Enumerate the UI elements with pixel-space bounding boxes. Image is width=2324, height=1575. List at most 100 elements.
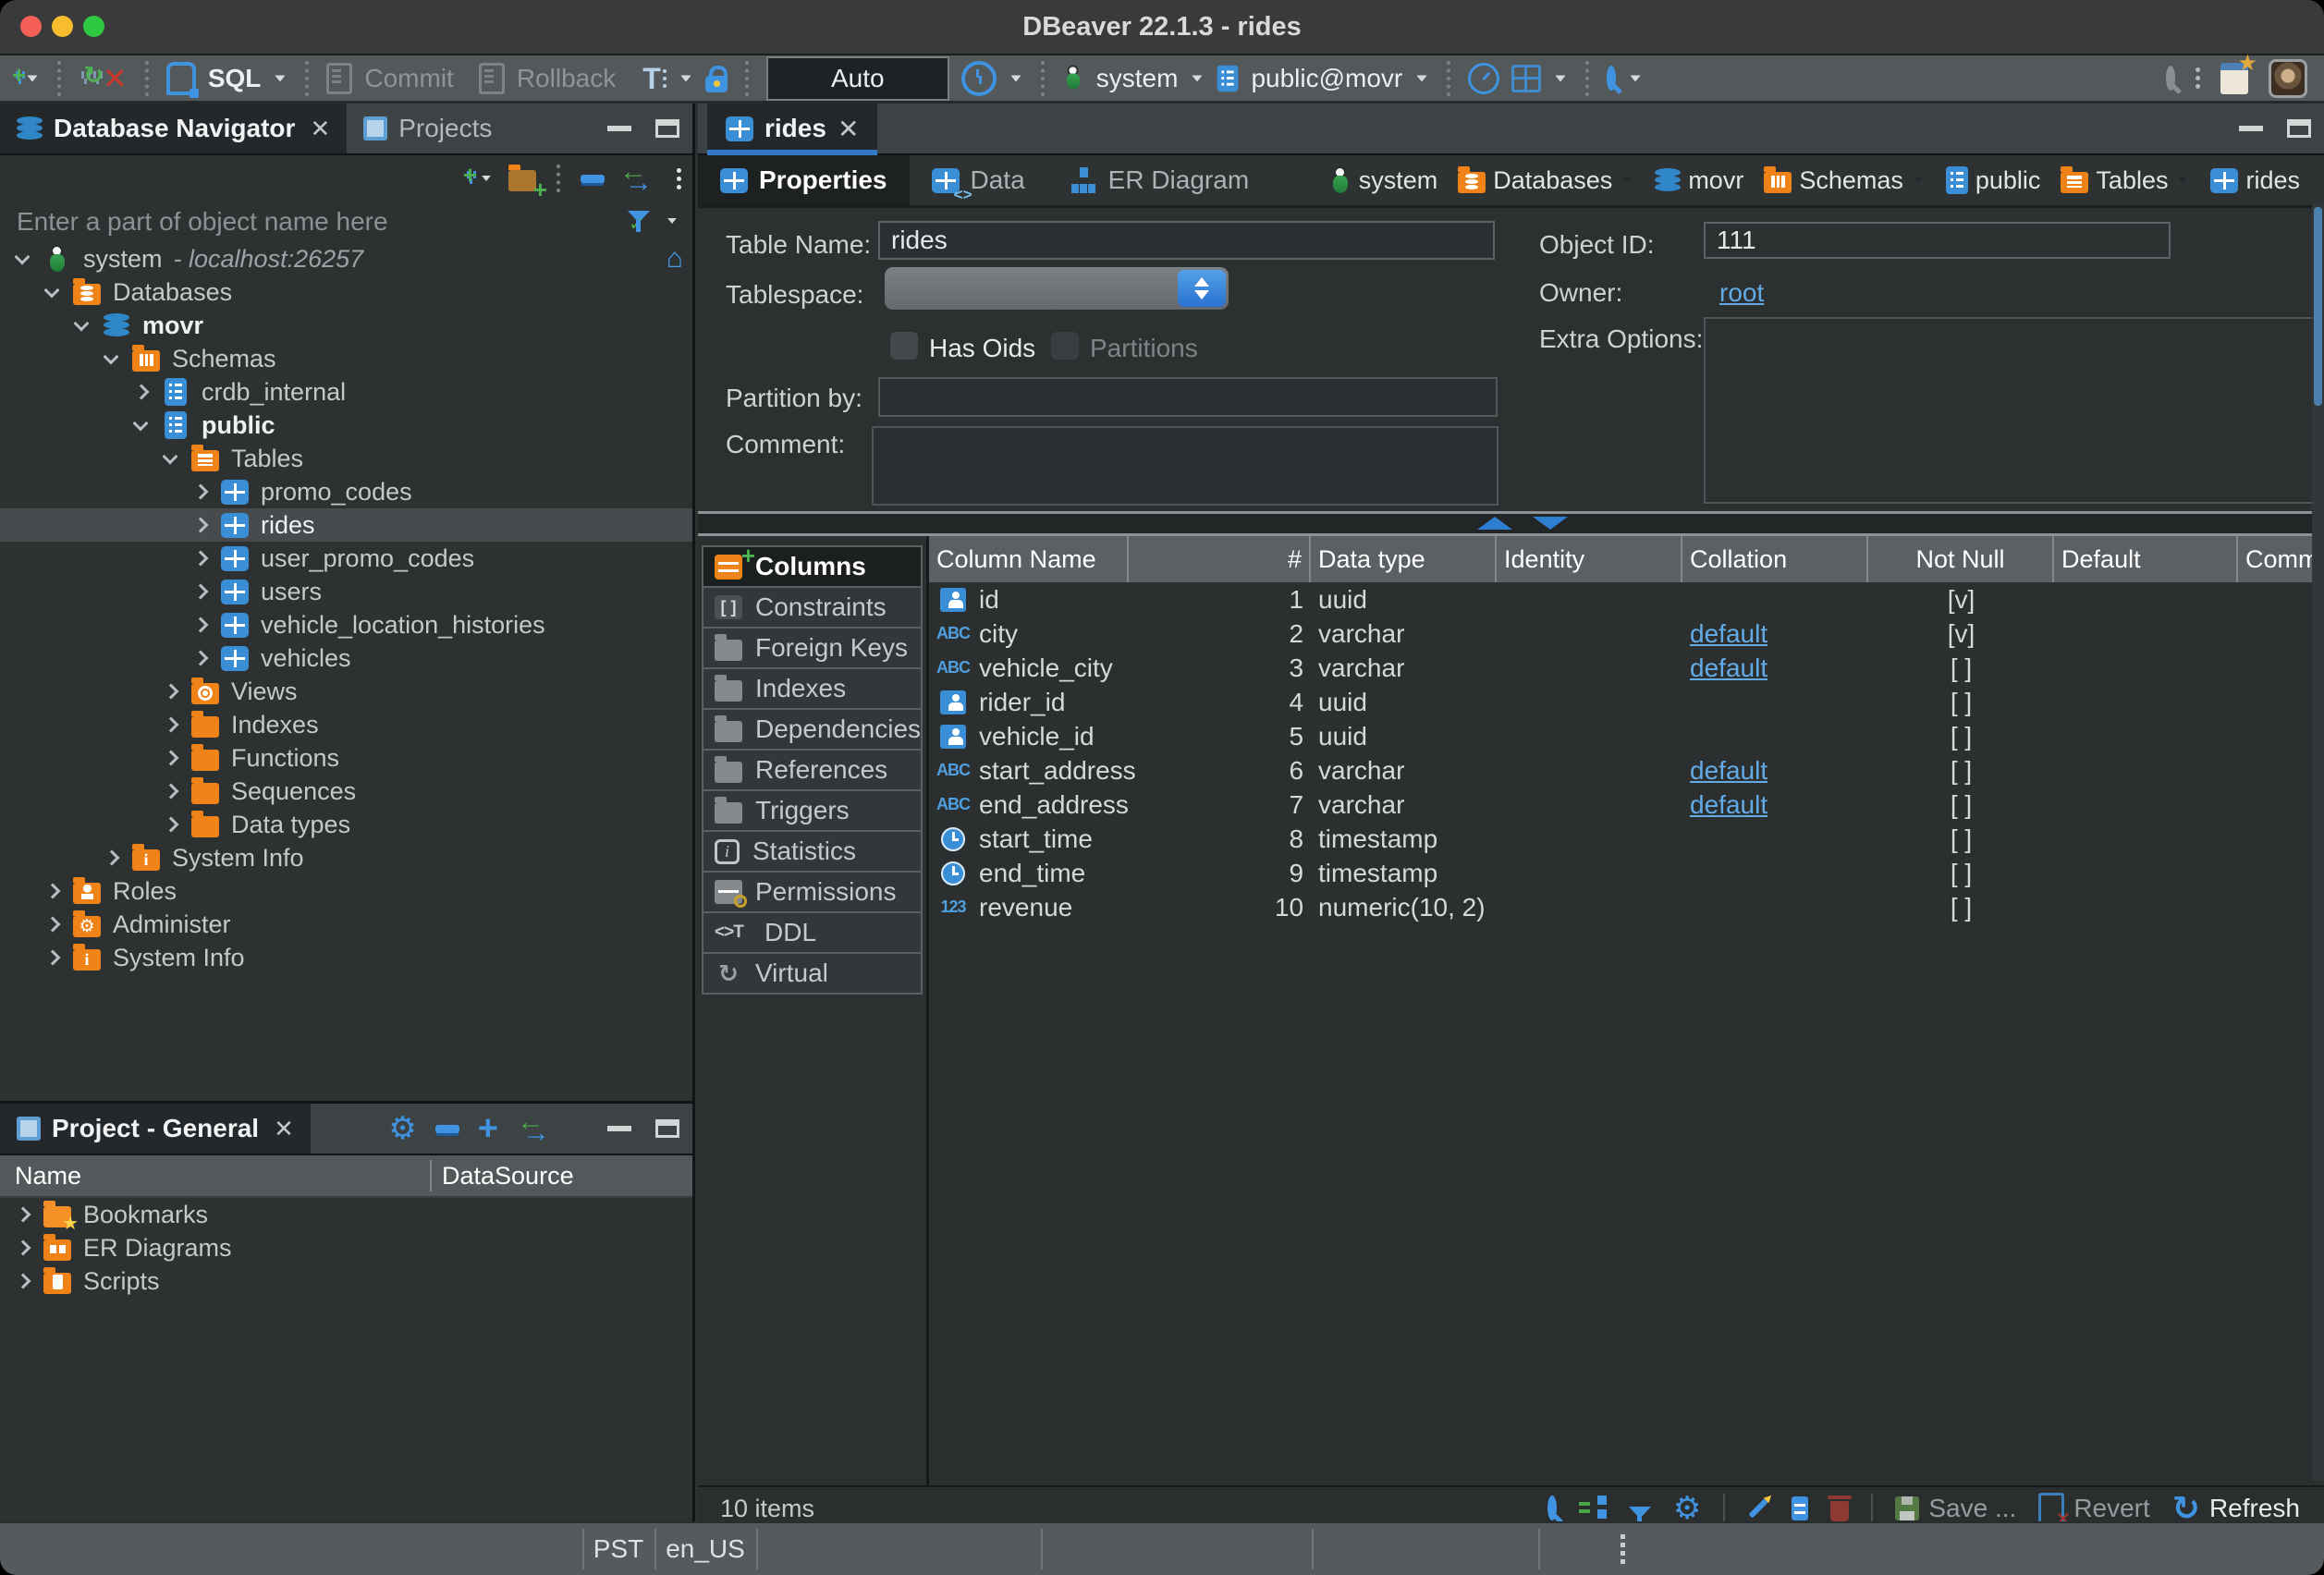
connection-dropdown-icon[interactable] (1193, 75, 1203, 81)
expand-chevron-icon[interactable] (128, 411, 155, 439)
extra-options-box[interactable] (1704, 317, 2321, 504)
expand-up-icon[interactable] (1477, 517, 1512, 530)
navigator-item-rides[interactable]: rides (0, 508, 692, 542)
column-row-start-address[interactable]: ABCstart_address6varchardefault[ ] (929, 753, 2324, 788)
project-item-bookmarks[interactable]: ★Bookmarks (0, 1198, 692, 1231)
breadcrumb-caret-icon[interactable] (1914, 177, 1923, 184)
navigator-item-views[interactable]: Views (0, 675, 692, 708)
navigator-item-user-promo-codes[interactable]: user_promo_codes (0, 542, 692, 575)
avatar[interactable] (2269, 59, 2307, 98)
sql-editor-button[interactable]: SQL (208, 64, 262, 93)
subtab-data[interactable]: <>Data (910, 155, 1047, 205)
expand-chevron-icon[interactable] (39, 944, 67, 971)
breadcrumb-tables[interactable]: Tables (2061, 166, 2190, 195)
commit-mode-combo[interactable]: Auto (766, 56, 949, 101)
commit-icon[interactable] (326, 63, 352, 94)
section-tab-virtual[interactable]: ↻Virtual (702, 952, 923, 995)
column-header-name[interactable]: Name (15, 1162, 81, 1190)
has-oids-checkbox[interactable] (890, 332, 918, 360)
partitions-checkbox[interactable] (1051, 332, 1079, 360)
filter-icon[interactable]: ✓ (628, 211, 650, 223)
view-menu-icon[interactable] (677, 168, 681, 173)
navigator-item-system-info[interactable]: iSystem Info (0, 941, 692, 974)
section-tab-ddl[interactable]: <>TDDL (702, 911, 923, 954)
expand-chevron-icon[interactable] (9, 1267, 37, 1295)
tab-projects[interactable]: Projects (347, 104, 508, 153)
column-row-vehicle-city[interactable]: ABCvehicle_city3varchardefault[ ] (929, 651, 2324, 685)
select-stepper-icon[interactable] (1178, 270, 1226, 307)
column-row-revenue[interactable]: 123revenue10numeric(10, 2)[ ] (929, 890, 2324, 924)
search-metadata-icon[interactable] (1607, 70, 1616, 87)
navigator-item-system-info[interactable]: iSystem Info (0, 841, 692, 874)
expand-chevron-icon[interactable] (157, 711, 185, 739)
subtab-properties[interactable]: Properties (698, 155, 910, 205)
section-tab-dependencies[interactable]: Dependencies (702, 708, 923, 751)
column-row-vehicle-id[interactable]: vehicle_id5uuid[ ] (929, 719, 2324, 753)
history-dropdown-icon[interactable] (1010, 75, 1021, 81)
column-row-end-address[interactable]: ABCend_address7varchardefault[ ] (929, 788, 2324, 822)
breadcrumb-caret-icon[interactable] (1622, 177, 1632, 184)
commit-button[interactable]: Commit (364, 64, 453, 93)
navigator-item-crdb-internal[interactable]: crdb_internal (0, 375, 692, 409)
expand-chevron-icon[interactable] (187, 611, 214, 639)
grid-settings-gear-icon[interactable]: ⚙ (1673, 1493, 1701, 1524)
section-tab-statistics[interactable]: iStatistics (702, 830, 923, 873)
sql-dropdown-icon[interactable] (275, 75, 286, 81)
collapse-all-icon[interactable] (581, 175, 605, 183)
revert-button[interactable]: Revert (2038, 1493, 2149, 1524)
collapse-all-icon[interactable] (435, 1125, 459, 1133)
expand-chevron-icon[interactable] (39, 278, 67, 306)
new-folder-icon[interactable]: + (508, 170, 536, 191)
navigator-item-vehicle-location-histories[interactable]: vehicle_location_histories (0, 608, 692, 641)
search-dropdown-icon[interactable] (1631, 75, 1641, 81)
breadcrumb-rides[interactable]: rides (2210, 166, 2300, 195)
tools-dropdown-icon[interactable] (1556, 75, 1566, 81)
navigator-item-tables[interactable]: Tables (0, 442, 692, 475)
edit-column-icon[interactable] (1749, 1498, 1768, 1518)
scrollbar-thumb[interactable] (2314, 207, 2322, 406)
navigator-item-administer[interactable]: ⚙Administer (0, 908, 692, 941)
collation-link[interactable]: default (1690, 619, 1767, 648)
collation-link[interactable]: default (1690, 653, 1767, 682)
column-row-end-time[interactable]: end_time9timestamp[ ] (929, 856, 2324, 890)
locale-indicator[interactable]: en_US (654, 1523, 756, 1575)
timezone-indicator[interactable]: PST (582, 1523, 654, 1575)
expand-chevron-icon[interactable] (187, 478, 214, 506)
section-tab-indexes[interactable]: Indexes (702, 667, 923, 710)
collation-link[interactable]: default (1690, 790, 1767, 819)
expand-chevron-icon[interactable] (157, 445, 185, 472)
expand-chevron-icon[interactable] (9, 1234, 37, 1262)
schema-selector[interactable]: public@movr (1251, 64, 1402, 93)
object-id-input[interactable] (1704, 222, 2171, 259)
expand-chevron-icon[interactable] (187, 544, 214, 572)
breadcrumb-schemas[interactable]: Schemas (1764, 166, 1926, 195)
link-with-editor-icon[interactable]: ←→ (517, 1114, 554, 1143)
transaction-history-icon[interactable] (961, 61, 997, 96)
project-item-er-diagrams[interactable]: ER Diagrams (0, 1231, 692, 1264)
refresh-button[interactable]: ↻Refresh (2172, 1492, 2300, 1525)
new-connection-dropdown-icon[interactable] (27, 75, 37, 81)
column-header-collation[interactable]: Collation (1682, 536, 1868, 582)
dashboard-icon[interactable] (1468, 63, 1499, 94)
open-perspective-icon[interactable] (2220, 63, 2248, 94)
lock-icon[interactable] (705, 76, 728, 92)
close-icon[interactable]: ✕ (274, 1115, 294, 1143)
collapse-down-icon[interactable] (1533, 517, 1568, 530)
tablespace-select[interactable] (885, 267, 1229, 310)
section-tab-columns[interactable]: +Columns (702, 545, 923, 588)
expand-chevron-icon[interactable] (68, 311, 96, 339)
column-row-start-time[interactable]: start_time8timestamp[ ] (929, 822, 2324, 856)
navigator-item-users[interactable]: users (0, 575, 692, 608)
column-header-column-name[interactable]: Column Name (929, 536, 1129, 582)
navigator-item-roles[interactable]: Roles (0, 874, 692, 908)
column-header-datasource[interactable]: DataSource (442, 1162, 574, 1190)
filter-rows-icon[interactable] (1629, 1507, 1651, 1519)
expand-chevron-icon[interactable] (187, 578, 214, 605)
transaction-dropdown-icon[interactable] (680, 75, 691, 81)
rollback-icon[interactable] (479, 63, 505, 94)
navigator-item-databases[interactable]: Databases (0, 275, 692, 309)
expand-chevron-icon[interactable] (9, 1201, 37, 1228)
breadcrumb-system[interactable]: system (1329, 166, 1438, 195)
close-icon[interactable]: ✕ (310, 115, 330, 143)
expand-chevron-icon[interactable] (98, 345, 126, 372)
